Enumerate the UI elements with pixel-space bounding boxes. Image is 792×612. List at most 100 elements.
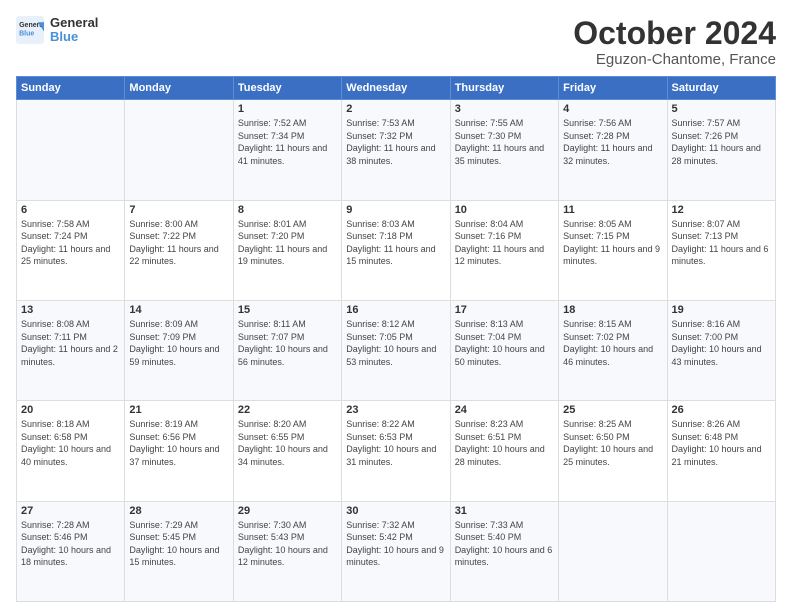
calendar-cell: 13 Sunrise: 8:08 AM Sunset: 7:11 PM Dayli… [17, 300, 125, 400]
logo-icon: General Blue [16, 16, 44, 44]
day-info: Sunrise: 8:04 AM Sunset: 7:16 PM Dayligh… [455, 218, 554, 268]
calendar-cell: 22 Sunrise: 8:20 AM Sunset: 6:55 PM Dayli… [233, 401, 341, 501]
day-number: 1 [238, 103, 337, 115]
day-info: Sunrise: 8:22 AM Sunset: 6:53 PM Dayligh… [346, 418, 445, 468]
calendar-cell: 12 Sunrise: 8:07 AM Sunset: 7:13 PM Dayli… [667, 200, 775, 300]
week-row-2: 6 Sunrise: 7:58 AM Sunset: 7:24 PM Daylig… [17, 200, 776, 300]
calendar-cell: 15Sunrise: 8:11 AM Sunset: 7:07 PM Dayli… [233, 300, 341, 400]
day-info: Sunrise: 8:05 AM Sunset: 7:15 PM Dayligh… [563, 218, 662, 268]
page-title: October 2024 [573, 16, 776, 51]
col-header-saturday: Saturday [667, 77, 775, 100]
calendar-cell [125, 100, 233, 200]
day-number: 29 [238, 505, 337, 517]
col-header-tuesday: Tuesday [233, 77, 341, 100]
calendar-cell: 29 Sunrise: 7:30 AM Sunset: 5:43 PM Dayli… [233, 501, 341, 601]
day-number: 21 [129, 404, 228, 416]
day-info: Sunrise: 8:23 AM Sunset: 6:51 PM Dayligh… [455, 418, 554, 468]
day-number: 7 [129, 204, 228, 216]
logo-blue: Blue [50, 30, 98, 44]
calendar-cell: 18 Sunrise: 8:15 AM Sunset: 7:02 PM Dayli… [559, 300, 667, 400]
calendar-cell: 24Sunrise: 8:23 AM Sunset: 6:51 PM Dayli… [450, 401, 558, 501]
day-number: 10 [455, 204, 554, 216]
day-info: Sunrise: 8:11 AM Sunset: 7:07 PM Dayligh… [238, 318, 337, 368]
day-number: 31 [455, 505, 554, 517]
calendar-cell: 17 Sunrise: 8:13 AM Sunset: 7:04 PM Dayli… [450, 300, 558, 400]
day-number: 26 [672, 404, 771, 416]
day-info: Sunrise: 8:03 AM Sunset: 7:18 PM Dayligh… [346, 218, 445, 268]
calendar-cell: 31 Sunrise: 7:33 AM Sunset: 5:40 PM Dayli… [450, 501, 558, 601]
calendar-cell: 20Sunrise: 8:18 AM Sunset: 6:58 PM Dayli… [17, 401, 125, 501]
day-number: 12 [672, 204, 771, 216]
day-number: 18 [563, 304, 662, 316]
day-number: 6 [21, 204, 120, 216]
day-number: 16 [346, 304, 445, 316]
day-info: Sunrise: 7:29 AM Sunset: 5:45 PM Dayligh… [129, 519, 228, 569]
day-info: Sunrise: 7:52 AM Sunset: 7:34 PM Dayligh… [238, 117, 337, 167]
calendar-cell: 27 Sunrise: 7:28 AM Sunset: 5:46 PM Dayli… [17, 501, 125, 601]
week-row-4: 20Sunrise: 8:18 AM Sunset: 6:58 PM Dayli… [17, 401, 776, 501]
day-info: Sunrise: 7:53 AM Sunset: 7:32 PM Dayligh… [346, 117, 445, 167]
day-number: 3 [455, 103, 554, 115]
day-number: 30 [346, 505, 445, 517]
day-number: 28 [129, 505, 228, 517]
week-row-3: 13 Sunrise: 8:08 AM Sunset: 7:11 PM Dayli… [17, 300, 776, 400]
calendar-cell: 6 Sunrise: 7:58 AM Sunset: 7:24 PM Daylig… [17, 200, 125, 300]
col-header-thursday: Thursday [450, 77, 558, 100]
calendar-cell: 7 Sunrise: 8:00 AM Sunset: 7:22 PM Daylig… [125, 200, 233, 300]
calendar-cell: 26 Sunrise: 8:26 AM Sunset: 6:48 PM Dayli… [667, 401, 775, 501]
day-info: Sunrise: 8:09 AM Sunset: 7:09 PM Dayligh… [129, 318, 228, 368]
day-info: Sunrise: 8:16 AM Sunset: 7:00 PM Dayligh… [672, 318, 771, 368]
day-number: 19 [672, 304, 771, 316]
calendar-cell: 23 Sunrise: 8:22 AM Sunset: 6:53 PM Dayli… [342, 401, 450, 501]
header: General Blue General Blue October 2024 E… [16, 16, 776, 68]
day-info: Sunrise: 8:19 AM Sunset: 6:56 PM Dayligh… [129, 418, 228, 468]
day-info: Sunrise: 7:58 AM Sunset: 7:24 PM Dayligh… [21, 218, 120, 268]
day-number: 17 [455, 304, 554, 316]
day-number: 23 [346, 404, 445, 416]
col-header-sunday: Sunday [17, 77, 125, 100]
day-info: Sunrise: 8:13 AM Sunset: 7:04 PM Dayligh… [455, 318, 554, 368]
day-number: 8 [238, 204, 337, 216]
week-row-1: 1 Sunrise: 7:52 AM Sunset: 7:34 PM Daylig… [17, 100, 776, 200]
day-number: 14 [129, 304, 228, 316]
calendar-cell: 11 Sunrise: 8:05 AM Sunset: 7:15 PM Dayli… [559, 200, 667, 300]
calendar-cell: 1 Sunrise: 7:52 AM Sunset: 7:34 PM Daylig… [233, 100, 341, 200]
day-info: Sunrise: 8:07 AM Sunset: 7:13 PM Dayligh… [672, 218, 771, 268]
day-info: Sunrise: 8:12 AM Sunset: 7:05 PM Dayligh… [346, 318, 445, 368]
calendar-cell: 4Sunrise: 7:56 AM Sunset: 7:28 PM Daylig… [559, 100, 667, 200]
day-info: Sunrise: 8:20 AM Sunset: 6:55 PM Dayligh… [238, 418, 337, 468]
day-number: 27 [21, 505, 120, 517]
day-info: Sunrise: 7:32 AM Sunset: 5:42 PM Dayligh… [346, 519, 445, 569]
svg-text:Blue: Blue [19, 31, 34, 38]
calendar-cell: 2Sunrise: 7:53 AM Sunset: 7:32 PM Daylig… [342, 100, 450, 200]
page-subtitle: Eguzon-Chantome, France [573, 51, 776, 68]
page: General Blue General Blue October 2024 E… [0, 0, 792, 612]
day-info: Sunrise: 8:15 AM Sunset: 7:02 PM Dayligh… [563, 318, 662, 368]
week-row-5: 27 Sunrise: 7:28 AM Sunset: 5:46 PM Dayli… [17, 501, 776, 601]
calendar-cell: 3 Sunrise: 7:55 AM Sunset: 7:30 PM Daylig… [450, 100, 558, 200]
day-info: Sunrise: 7:33 AM Sunset: 5:40 PM Dayligh… [455, 519, 554, 569]
title-block: October 2024 Eguzon-Chantome, France [573, 16, 776, 68]
calendar-cell: 16 Sunrise: 8:12 AM Sunset: 7:05 PM Dayli… [342, 300, 450, 400]
logo: General Blue General Blue [16, 16, 98, 45]
day-info: Sunrise: 7:55 AM Sunset: 7:30 PM Dayligh… [455, 117, 554, 167]
calendar-cell: 30 Sunrise: 7:32 AM Sunset: 5:42 PM Dayli… [342, 501, 450, 601]
day-info: Sunrise: 8:00 AM Sunset: 7:22 PM Dayligh… [129, 218, 228, 268]
col-header-wednesday: Wednesday [342, 77, 450, 100]
calendar-cell: 21 Sunrise: 8:19 AM Sunset: 6:56 PM Dayli… [125, 401, 233, 501]
logo-text: General Blue [50, 16, 98, 45]
calendar-cell: 25Sunrise: 8:25 AM Sunset: 6:50 PM Dayli… [559, 401, 667, 501]
logo-general: General [50, 16, 98, 30]
day-number: 11 [563, 204, 662, 216]
day-number: 22 [238, 404, 337, 416]
day-number: 13 [21, 304, 120, 316]
calendar-cell: 5Sunrise: 7:57 AM Sunset: 7:26 PM Daylig… [667, 100, 775, 200]
day-info: Sunrise: 7:28 AM Sunset: 5:46 PM Dayligh… [21, 519, 120, 569]
day-number: 20 [21, 404, 120, 416]
day-info: Sunrise: 8:25 AM Sunset: 6:50 PM Dayligh… [563, 418, 662, 468]
day-info: Sunrise: 8:26 AM Sunset: 6:48 PM Dayligh… [672, 418, 771, 468]
day-info: Sunrise: 7:30 AM Sunset: 5:43 PM Dayligh… [238, 519, 337, 569]
calendar-cell [667, 501, 775, 601]
day-info: Sunrise: 8:08 AM Sunset: 7:11 PM Dayligh… [21, 318, 120, 368]
calendar-table: SundayMondayTuesdayWednesdayThursdayFrid… [16, 76, 776, 602]
